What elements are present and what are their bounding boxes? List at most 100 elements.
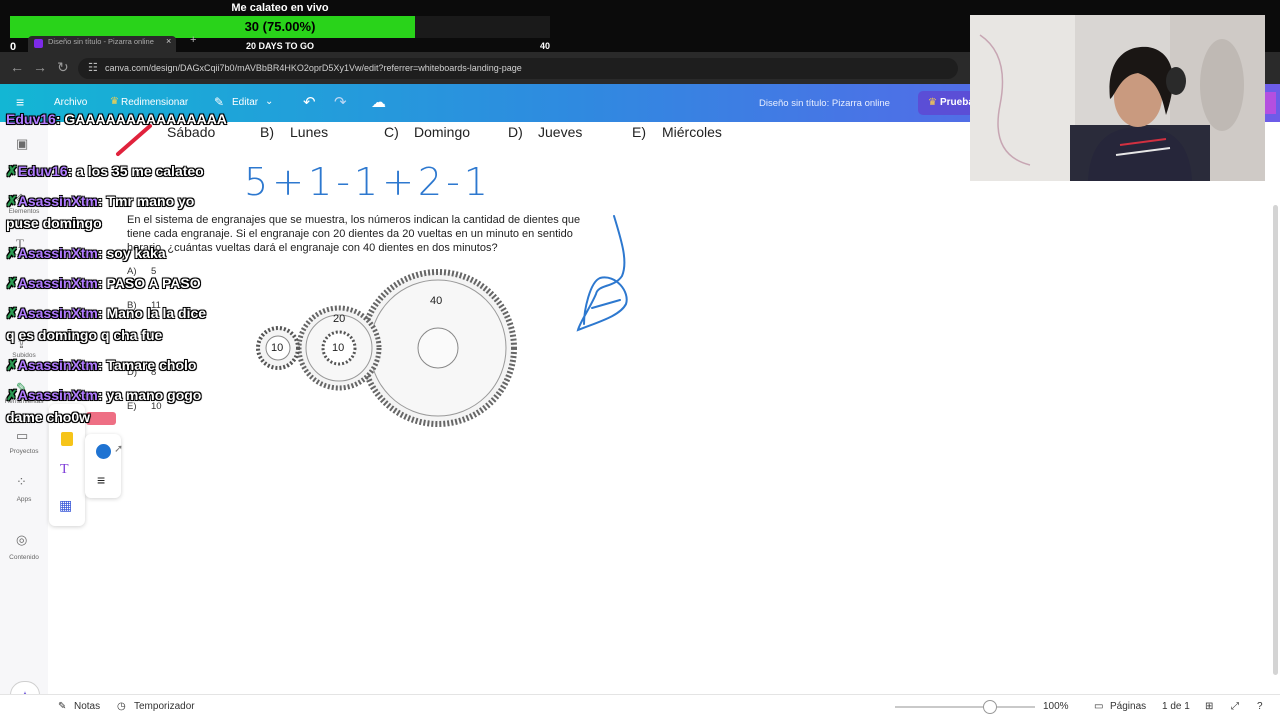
chat-text: GAAAAAAAAAAAAAAA <box>64 111 227 127</box>
chat-message: ✗AsassinXtm: PASO A PASO <box>6 275 201 291</box>
site-settings-icon[interactable]: ☷ <box>88 61 98 74</box>
apps-icon[interactable]: ⁘ <box>16 474 27 490</box>
crown-icon: ♛ <box>928 97 937 108</box>
chevron-down-icon[interactable]: ⌄ <box>265 96 273 107</box>
sidebar-item-proyectos[interactable]: Proyectos <box>4 448 44 455</box>
notes-button[interactable]: Notas <box>74 701 100 712</box>
sword-icon: ✗ <box>6 357 18 373</box>
goal-right-value: 40 <box>540 41 551 51</box>
webcam-scene <box>970 15 1265 181</box>
sidebar-item-apps[interactable]: Apps <box>4 496 44 503</box>
magic-media-icon[interactable]: ◎ <box>16 532 27 548</box>
timer-icon[interactable]: ◷ <box>117 701 126 712</box>
editar-button[interactable]: Editar <box>232 97 258 108</box>
zoom-value[interactable]: 100% <box>1043 701 1069 712</box>
undo-icon[interactable]: ↶ <box>303 93 316 111</box>
chat-text: Mano la la dice <box>106 305 207 321</box>
gear-label-20: 20 <box>333 313 346 325</box>
fullscreen-icon[interactable]: ⤢ <box>1231 701 1239 712</box>
chat-message: Eduv16: GAAAAAAAAAAAAAAA <box>6 111 227 127</box>
chat-text: Tamare cholo <box>106 357 197 373</box>
option-miercoles: Miércoles <box>662 124 722 140</box>
option-letter-b: B) <box>260 124 274 140</box>
tab-close-icon[interactable]: × <box>166 36 171 46</box>
redimensionar-button[interactable]: Redimensionar <box>121 97 188 108</box>
option-jueves: Jueves <box>538 124 583 140</box>
highlighter-tool-icon[interactable] <box>61 432 73 446</box>
option-letter-e: E) <box>632 124 646 140</box>
pen-color-swatch[interactable] <box>96 444 111 459</box>
gear-40-hub <box>417 327 459 369</box>
gear-diagram <box>256 269 517 427</box>
url-text: canva.com/design/DAGxCqii7b0/mAVBbBR4HKO… <box>105 63 522 73</box>
crown-icon: ♛ <box>110 96 119 107</box>
forward-icon[interactable]: → <box>33 59 47 75</box>
sword-icon: ✗ <box>6 163 18 179</box>
page-count: 1 de 1 <box>1162 701 1190 712</box>
design-icon[interactable]: ▣ <box>16 136 28 152</box>
archivo-button[interactable]: Archivo <box>54 97 87 108</box>
chat-message-continuation: q es domingo q cha fue <box>6 327 163 343</box>
question-line-1: En el sistema de engranajes que se muest… <box>127 214 581 226</box>
zoom-slider-thumb[interactable] <box>983 700 997 714</box>
sword-icon: ✗ <box>6 387 18 403</box>
mouse-cursor-icon: ➚ <box>114 443 124 455</box>
browser-tab-title: Diseño sin título - Pizarra online <box>48 37 154 46</box>
sword-icon: ✗ <box>6 305 18 321</box>
chat-message: ✗AsassinXtm: Mano la la dice <box>6 305 207 321</box>
text-tool-icon[interactable]: T <box>60 462 69 478</box>
gear-label-10-inner: 10 <box>332 342 345 354</box>
sword-icon: ✗ <box>6 275 18 291</box>
sword-icon: ✗ <box>6 193 18 209</box>
option-letter-c: C) <box>384 124 399 140</box>
chat-message-continuation: puse domingo <box>6 215 102 231</box>
document-title[interactable]: Diseño sin título: Pizarra online <box>759 98 890 109</box>
chat-message: ✗AsassinXtm: ya mano gogo <box>6 387 202 403</box>
timer-button[interactable]: Temporizador <box>134 701 195 712</box>
chat-username: AsassinXtm <box>17 245 98 261</box>
handwritten-expression: 5+1-1+2-1 <box>244 160 492 204</box>
canva-favicon-icon <box>34 39 43 48</box>
chat-text: Tmr mano yo <box>106 193 195 209</box>
goal-progress-text: 30 (75.00%) <box>244 19 316 34</box>
stroke-weight-icon[interactable]: ≡ <box>97 472 105 488</box>
chat-text: PASO A PASO <box>106 275 201 291</box>
zoom-slider-track[interactable] <box>895 706 1035 708</box>
chat-username: AsassinXtm <box>17 193 98 209</box>
question-line-3: horario, ¿cuántas vueltas dará el engran… <box>127 242 498 254</box>
pencil-icon: ✎ <box>214 95 225 109</box>
gear-label-10-outer: 10 <box>271 342 284 354</box>
cloud-save-icon[interactable]: ☁ <box>371 93 386 111</box>
chat-message: ✗AsassinXtm: Tmr mano yo <box>6 193 195 209</box>
help-icon[interactable]: ? <box>1257 701 1263 712</box>
chat-username: AsassinXtm <box>17 275 98 291</box>
goal-title: Me calateo en vivo <box>231 2 329 14</box>
folder-icon[interactable]: ▭ <box>16 428 28 444</box>
gear-label-40: 40 <box>430 295 443 307</box>
chat-text: a los 35 me calateo <box>76 163 204 179</box>
redo-icon[interactable]: ↷ <box>334 93 347 111</box>
trial-button-label: Prueba <box>940 97 974 108</box>
pages-icon[interactable]: ▭ <box>1094 701 1103 712</box>
chat-username: AsassinXtm <box>17 357 98 373</box>
chat-username: Eduv16 <box>6 111 56 127</box>
sidebar-item-contenido[interactable]: Contenido <box>4 554 44 561</box>
chat-text: soy kaka <box>106 245 166 261</box>
chat-username: AsassinXtm <box>17 305 98 321</box>
eraser-tool-icon[interactable] <box>86 412 116 425</box>
reload-icon[interactable]: ↻ <box>57 59 69 76</box>
chat-message: ✗AsassinXtm: soy kaka <box>6 245 166 261</box>
question-line-2: tiene cada engranaje. Si el engranaje co… <box>127 228 573 240</box>
notes-icon[interactable]: ✎ <box>58 701 66 712</box>
option-domingo: Domingo <box>414 124 471 140</box>
menu-icon[interactable]: ≡ <box>16 94 24 110</box>
chat-message: ✗AsassinXtm: Tamare cholo <box>6 357 197 373</box>
grid-view-icon[interactable]: ⊞ <box>1205 701 1213 712</box>
new-tab-icon[interactable]: + <box>190 34 196 46</box>
table-tool-icon[interactable]: ▦ <box>59 497 72 514</box>
pages-button[interactable]: Páginas <box>1110 701 1146 712</box>
back-icon[interactable]: ← <box>10 59 24 75</box>
chat-text: ya mano gogo <box>106 387 202 403</box>
option-lunes: Lunes <box>290 124 329 140</box>
vertical-scrollbar[interactable] <box>1273 205 1278 675</box>
